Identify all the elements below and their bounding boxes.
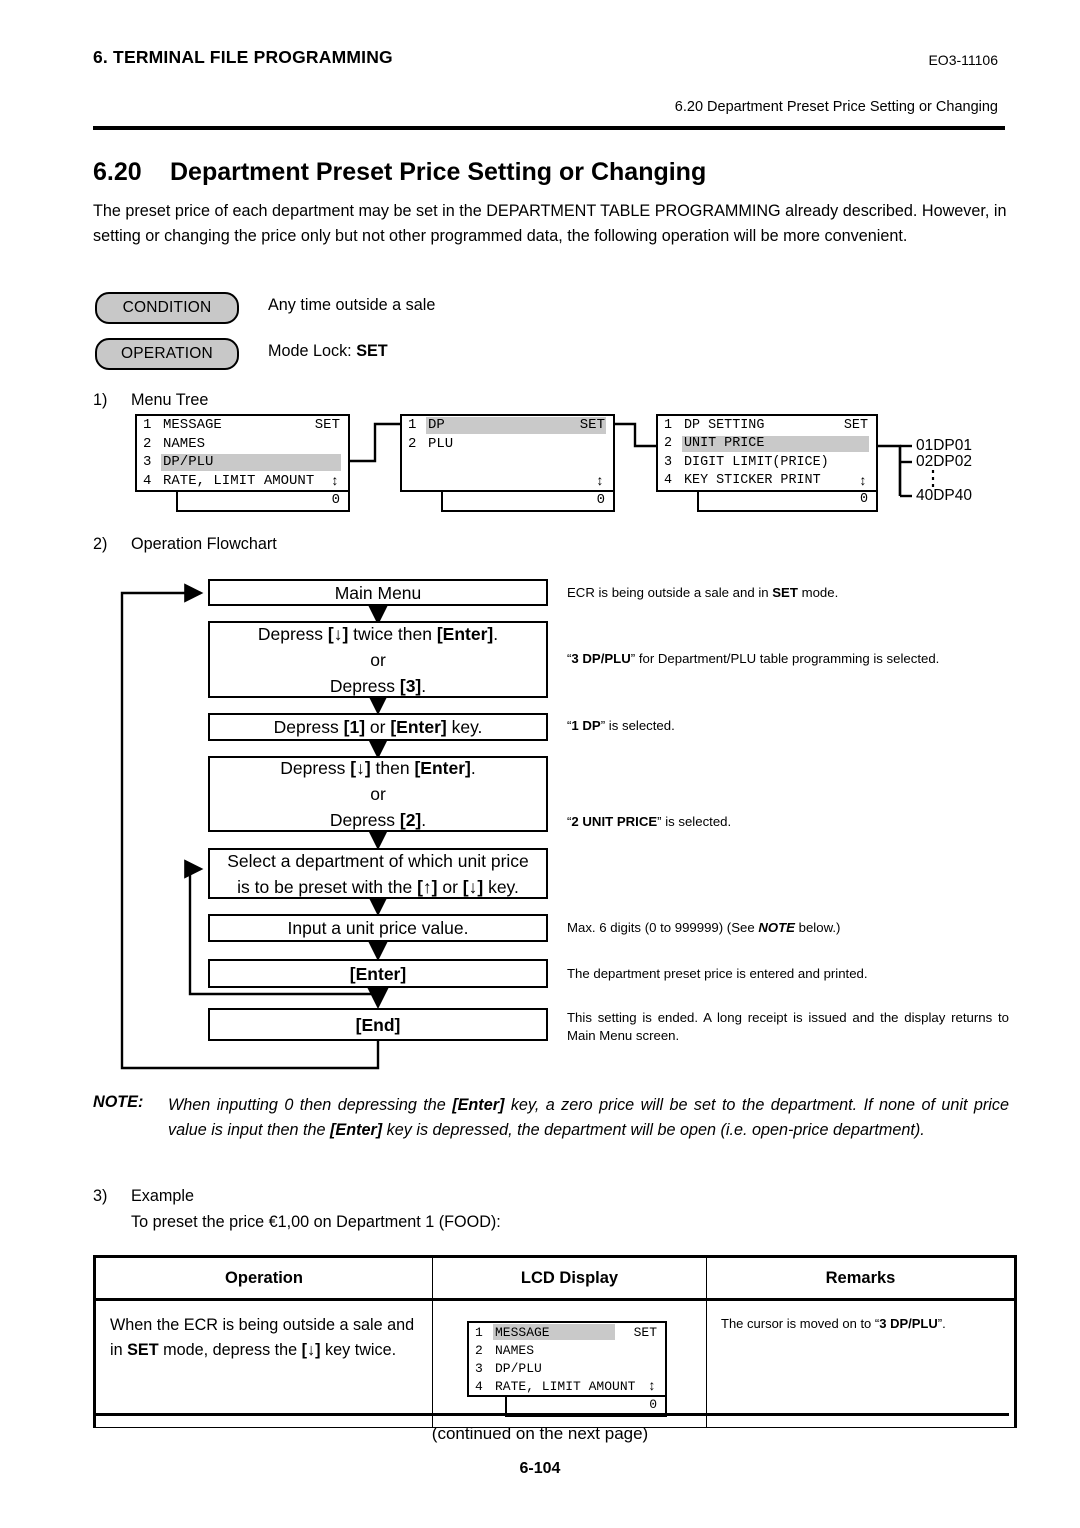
lcd-row-index: 3 bbox=[143, 454, 152, 471]
lcd-row-index: 1 bbox=[475, 1324, 483, 1340]
flowchart-note-5: Max. 6 digits (0 to 999999) (See NOTE be… bbox=[567, 920, 841, 935]
flowchart-note-1: ECR is being outside a sale and in SET m… bbox=[567, 585, 839, 600]
lcd-row-mode: SET bbox=[843, 417, 868, 433]
flowchart-box-line: Depress [2]. bbox=[329, 810, 427, 830]
lcd-row: 2 NAMES bbox=[137, 435, 348, 454]
flowchart-box-select-dp-plu: Depress [↓] twice then [Enter]. or Depre… bbox=[208, 621, 548, 698]
lcd-row-label: DP SETTING bbox=[684, 417, 765, 433]
flowchart-note-6: The department preset price is entered a… bbox=[567, 966, 868, 981]
table-bottom-rule bbox=[93, 1413, 1009, 1416]
flowchart-box-line: [Enter] bbox=[349, 963, 407, 984]
lcd-row-index: 2 bbox=[408, 435, 417, 452]
step-3-number: 3) bbox=[93, 1187, 108, 1205]
lcd-row: 1 MESSAGE SET bbox=[137, 416, 348, 435]
cell-lcd-display: 1 MESSAGE SET 2 NAMES 3 DP/PLU 4 RATE, LIMIT AMO… bbox=[432, 1299, 707, 1428]
flowchart-box-line: Depress [↓] twice then [Enter]. bbox=[257, 623, 499, 644]
lcd-row-index: 3 bbox=[475, 1360, 483, 1376]
flowchart-box-enter: [Enter] bbox=[208, 959, 548, 988]
lcd-row: 4 RATE, LIMIT AMOUNT bbox=[137, 472, 348, 491]
flowchart-note-2: “3 DP/PLU” for Department/PLU table prog… bbox=[567, 651, 940, 666]
flowchart-box-end: [End] bbox=[208, 1008, 548, 1041]
flowchart-box-select-dp: Depress [1] or [Enter] key. bbox=[208, 713, 548, 741]
lcd-row: 4 KEY STICKER PRINT bbox=[658, 472, 876, 491]
flowchart-note-3: “1 DP” is selected. bbox=[567, 718, 675, 733]
lcd-row-label: MESSAGE bbox=[163, 417, 222, 434]
step-3-detail: To preset the price €1,00 on Department … bbox=[131, 1213, 501, 1231]
flowchart-box-line: or bbox=[370, 649, 386, 670]
lcd-row: 3 DP/PLU bbox=[469, 1359, 665, 1377]
lcd-row: 4 RATE, LIMIT AMOUNT bbox=[469, 1377, 665, 1395]
lcd-row-index: 4 bbox=[475, 1378, 483, 1394]
flowchart-box-line: Input a unit price value. bbox=[287, 918, 469, 938]
lcd-row: 2 PLU bbox=[402, 435, 613, 454]
column-header-operation: Operation bbox=[93, 1255, 433, 1301]
lcd-row-label: NAMES bbox=[495, 1342, 535, 1358]
lcd-row-label: KEY STICKER PRINT bbox=[684, 473, 821, 489]
lcd-row-index: 2 bbox=[143, 435, 152, 452]
column-header-remarks: Remarks bbox=[706, 1255, 1017, 1301]
continued-notice: (continued on the next page) bbox=[431, 1424, 649, 1443]
lcd-row-label: DIGIT LIMIT(PRICE) bbox=[684, 454, 829, 470]
column-header-lcd-display: LCD Display bbox=[432, 1255, 707, 1301]
lcd-row-label: NAMES bbox=[163, 435, 206, 452]
lcd-row-index: 4 bbox=[664, 473, 673, 489]
lcd-row: 1 MESSAGE SET bbox=[469, 1323, 665, 1341]
cell-operation-text: When the ECR is being outside a sale and… bbox=[110, 1316, 415, 1359]
flowchart-box-line: [End] bbox=[355, 1014, 401, 1035]
flowchart-box-line: is to be preset with the [↑] or [↓] key. bbox=[237, 876, 519, 897]
lcd-row: 3 DP/PLU bbox=[137, 453, 348, 472]
lcd-row-label: DP/PLU bbox=[495, 1360, 542, 1376]
table-header-row: Operation LCD Display Remarks bbox=[93, 1255, 1017, 1301]
page-number: 6-104 bbox=[519, 1460, 561, 1477]
lcd-row: 1 DP SETTING SET bbox=[658, 416, 876, 435]
lcd-row-label: PLU bbox=[428, 435, 454, 452]
flowchart-box-select-department: Select a department of which unit price … bbox=[208, 848, 548, 899]
lcd-row-index: 1 bbox=[664, 417, 673, 433]
example-table: Operation LCD Display Remarks When the E… bbox=[93, 1255, 1017, 1428]
lcd-row-index: 1 bbox=[143, 417, 152, 434]
lcd-row: 2 UNIT PRICE bbox=[658, 435, 876, 454]
flowchart-box-main-menu: Main Menu bbox=[208, 579, 548, 606]
lcd-row-label: DP bbox=[428, 417, 445, 434]
flowchart-box-select-unit-price: Depress [↓] then [Enter]. or Depress [2]… bbox=[208, 756, 548, 832]
flowchart-box-input-price: Input a unit price value. bbox=[208, 914, 548, 942]
flowchart-note-7: This setting is ended. A long receipt is… bbox=[567, 1010, 1009, 1043]
flowchart-box-line: Depress [3]. bbox=[329, 675, 427, 696]
lcd-row-mode: SET bbox=[314, 417, 340, 434]
cell-remarks-text: The cursor is moved on to “3 DP/PLU”. bbox=[721, 1316, 946, 1331]
flowchart-box-line: Main Menu bbox=[334, 582, 422, 603]
cell-remarks: The cursor is moved on to “3 DP/PLU”. bbox=[706, 1299, 1017, 1428]
lcd-row-index: 3 bbox=[664, 454, 673, 470]
note-text: When inputting 0 then depressing the [En… bbox=[168, 1096, 1009, 1139]
lcd-row: 1 DP SET bbox=[402, 416, 613, 435]
note-label: NOTE: bbox=[93, 1093, 144, 1111]
lcd-row-label: DP/PLU bbox=[163, 454, 214, 471]
table-row: When the ECR is being outside a sale and… bbox=[93, 1299, 1017, 1428]
flowchart-note-4: “2 UNIT PRICE” is selected. bbox=[567, 814, 732, 829]
flowchart-box-line: Select a department of which unit price bbox=[227, 850, 529, 871]
lcd-row-index: 4 bbox=[143, 472, 152, 489]
lcd-row: 2 NAMES bbox=[469, 1341, 665, 1359]
flowchart-box-line: or bbox=[370, 784, 386, 804]
lcd-row-label: RATE, LIMIT AMOUNT bbox=[163, 472, 315, 489]
lcd-row-label: RATE, LIMIT AMOUNT bbox=[495, 1378, 636, 1394]
lcd-row: 3 DIGIT LIMIT(PRICE) bbox=[658, 453, 876, 472]
flowchart-box-line: Depress [1] or [Enter] key. bbox=[273, 717, 483, 737]
lcd-row-label: MESSAGE bbox=[495, 1324, 550, 1340]
example-lcd-screen: 1 MESSAGE SET 2 NAMES 3 DP/PLU 4 RATE, LIMIT AMO… bbox=[467, 1321, 667, 1397]
lcd-row-mode: SET bbox=[633, 1324, 657, 1340]
lcd-row-mode: SET bbox=[579, 417, 605, 434]
lcd-row-index: 2 bbox=[664, 436, 673, 452]
lcd-row-label: UNIT PRICE bbox=[684, 436, 765, 452]
step-3-label: Example bbox=[131, 1187, 194, 1205]
lcd-row-index: 1 bbox=[408, 417, 417, 434]
flowchart-box-line: Depress [↓] then [Enter]. bbox=[280, 758, 476, 778]
lcd-row-list: 1 MESSAGE SET 2 NAMES 3 DP/PLU 4 RATE, LIMIT AMO… bbox=[469, 1323, 665, 1395]
lcd-row-index: 2 bbox=[475, 1342, 483, 1358]
cell-operation: When the ECR is being outside a sale and… bbox=[93, 1299, 433, 1428]
